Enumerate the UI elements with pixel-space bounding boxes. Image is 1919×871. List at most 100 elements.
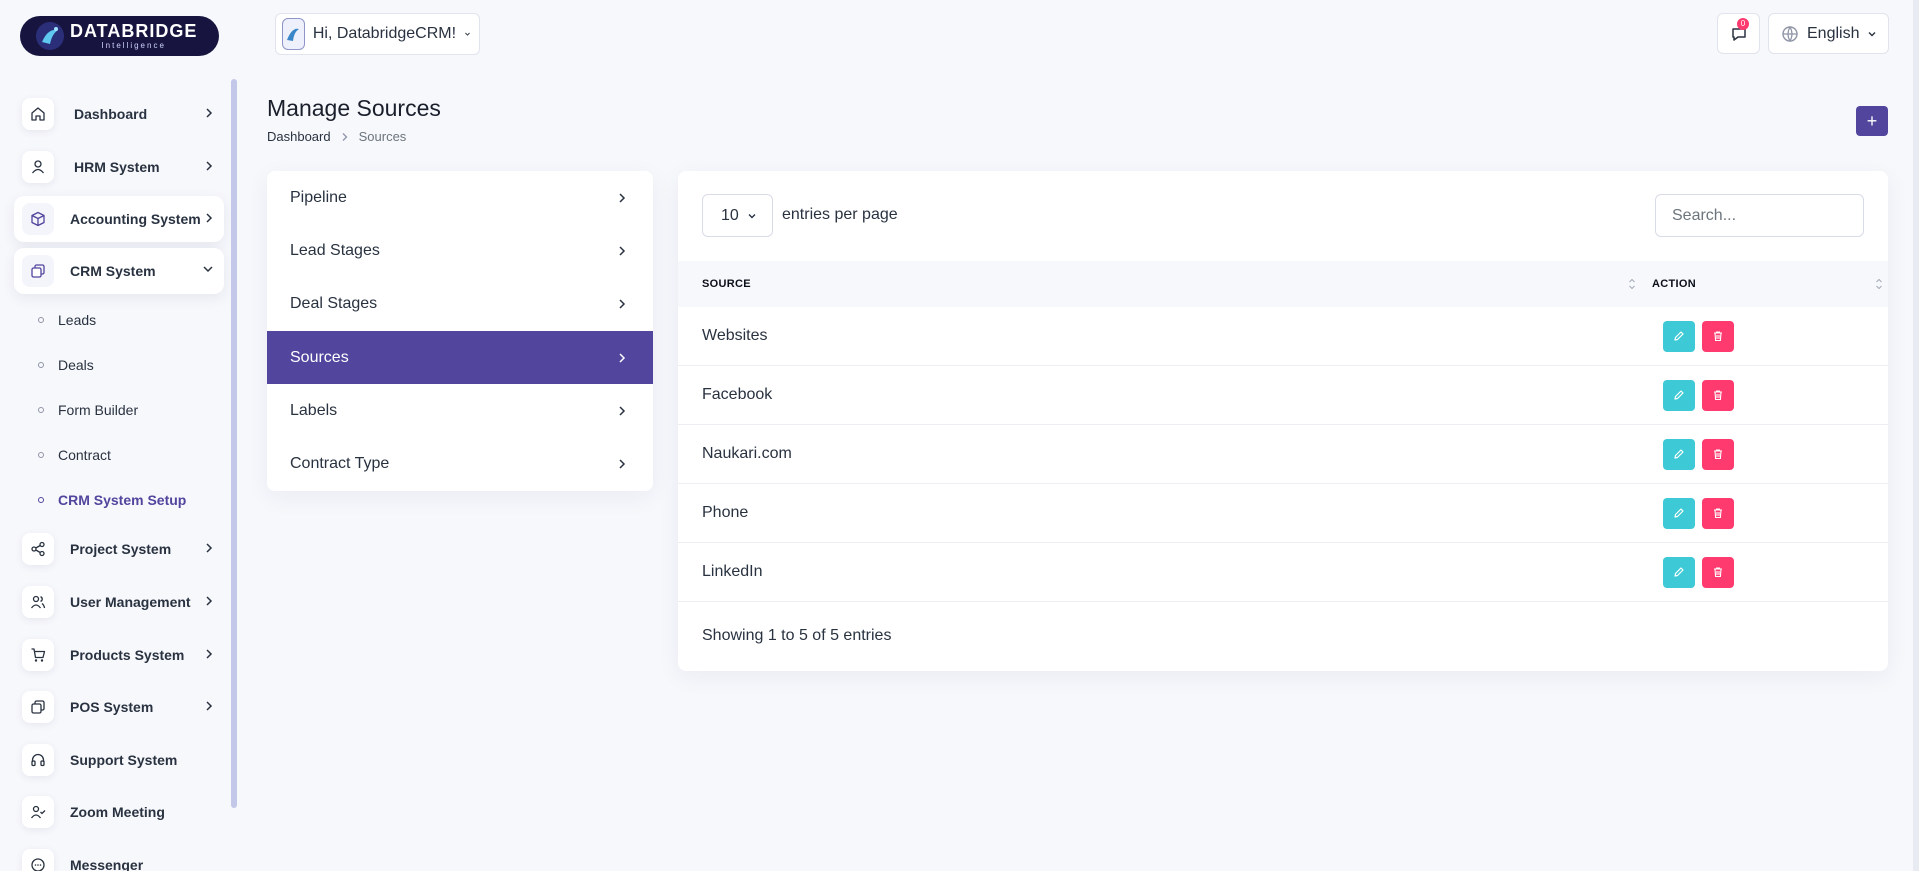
delete-button[interactable] — [1702, 379, 1734, 411]
source-name: LinkedIn — [702, 563, 763, 580]
bullet-icon — [38, 452, 44, 458]
avatar-logo-icon — [287, 28, 300, 41]
sidebar-item-pos[interactable]: POS System — [14, 684, 224, 730]
sidebar-subitem-crm-setup[interactable]: CRM System Setup — [38, 490, 186, 510]
sidebar-item-support[interactable]: Support System — [14, 737, 224, 783]
sidebar-item-zoom[interactable]: Zoom Meeting — [14, 789, 224, 835]
brand-name: DATABRIDGE — [70, 21, 198, 41]
chevron-down-icon — [748, 213, 756, 218]
user-check-icon — [22, 796, 54, 828]
pencil-icon — [1674, 390, 1684, 400]
delete-button[interactable] — [1702, 320, 1734, 352]
column-header-action[interactable]: ACTION — [1652, 278, 1696, 290]
page-scrollbar[interactable] — [1913, 0, 1919, 871]
delete-button[interactable] — [1702, 438, 1734, 470]
chevron-right-icon — [619, 459, 626, 469]
bullet-icon — [38, 317, 44, 323]
delete-button[interactable] — [1702, 497, 1734, 529]
language-selector[interactable]: English — [1768, 13, 1889, 54]
setup-item-sources[interactable]: Sources — [267, 330, 653, 385]
table-footer-info: Showing 1 to 5 of 5 entries — [702, 627, 892, 644]
sidebar-item-label: POS System — [70, 699, 154, 715]
source-name: Facebook — [702, 386, 773, 403]
message-icon — [22, 849, 54, 871]
user-menu[interactable]: Hi, DatabridgeCRM! — [275, 13, 480, 55]
chevron-right-icon — [206, 701, 213, 711]
bullet-icon — [38, 407, 44, 413]
delete-button[interactable] — [1702, 556, 1734, 588]
edit-button[interactable] — [1663, 379, 1695, 411]
table-row: LinkedIn — [678, 543, 1888, 602]
chevron-right-icon — [342, 132, 348, 141]
search-input[interactable] — [1655, 194, 1864, 237]
bullet-icon — [38, 497, 44, 503]
trash-icon — [1714, 449, 1722, 460]
setup-item-deal-stages[interactable]: Deal Stages — [267, 278, 653, 331]
sidebar-subitem-leads[interactable]: Leads — [38, 310, 96, 330]
table-row: Facebook — [678, 366, 1888, 425]
pencil-icon — [1674, 331, 1684, 341]
sidebar-item-project[interactable]: Project System — [14, 526, 224, 572]
page-title: Manage Sources — [267, 95, 441, 121]
table-row: Websites — [678, 307, 1888, 366]
brand-logo[interactable]: DATABRIDGE Intelligence — [20, 16, 219, 56]
sidebar-item-user-management[interactable]: User Management — [14, 579, 224, 625]
brand-tagline: Intelligence — [101, 41, 166, 50]
source-name: Websites — [702, 327, 768, 344]
sidebar-item-label: Products System — [70, 647, 185, 663]
sidebar-item-dashboard[interactable]: Dashboard — [14, 91, 224, 137]
sidebar-item-label: HRM System — [74, 159, 160, 175]
entries-per-page-select[interactable]: 10 — [702, 194, 773, 237]
share-icon — [22, 533, 54, 565]
sort-icon[interactable] — [1875, 276, 1883, 292]
source-name: Phone — [702, 504, 749, 521]
pencil-icon — [1674, 567, 1684, 577]
chevron-right-icon — [619, 406, 626, 416]
setup-item-pipeline[interactable]: Pipeline — [267, 171, 653, 224]
trash-icon — [1714, 567, 1722, 578]
cart-icon — [22, 639, 54, 671]
chevron-down-icon — [203, 266, 213, 273]
layers-icon — [22, 255, 54, 287]
sidebar-item-label: Project System — [70, 541, 172, 557]
sidebar-item-label: Support System — [70, 752, 178, 768]
pencil-icon — [1674, 449, 1684, 459]
sidebar-item-label: Dashboard — [74, 106, 148, 122]
sidebar-item-label: CRM System — [70, 263, 156, 279]
sidebar-item-accounting[interactable]: Accounting System — [14, 196, 224, 242]
sidebar-item-label: User Management — [70, 594, 191, 610]
edit-button[interactable] — [1663, 438, 1695, 470]
column-header-source[interactable]: SOURCE — [702, 278, 751, 290]
avatar — [282, 18, 305, 50]
crm-setup-menu: Pipeline Lead Stages Deal Stages Sources… — [267, 171, 653, 491]
sidebar-item-crm[interactable]: CRM System — [14, 248, 224, 294]
sidebar-item-hrm[interactable]: HRM System — [14, 144, 224, 190]
setup-item-lead-stages[interactable]: Lead Stages — [267, 224, 653, 277]
entries-per-page-label: entries per page — [782, 206, 898, 223]
box-icon — [22, 203, 54, 235]
sidebar-subitem-contract[interactable]: Contract — [38, 445, 111, 465]
sidebar-subitem-deals[interactable]: Deals — [38, 355, 94, 375]
edit-button[interactable] — [1663, 320, 1695, 352]
add-source-button[interactable]: + — [1856, 106, 1888, 136]
setup-item-labels[interactable]: Labels — [267, 384, 653, 437]
sidebar-item-messenger[interactable]: Messenger — [14, 842, 224, 871]
table-row: Naukari.com — [678, 425, 1888, 484]
chevron-right-icon — [619, 299, 626, 309]
bullet-icon — [38, 362, 44, 368]
setup-item-contract-type[interactable]: Contract Type — [267, 437, 653, 490]
sidebar-scrollbar[interactable] — [231, 79, 237, 808]
trash-icon — [1714, 331, 1722, 342]
breadcrumb-dashboard[interactable]: Dashboard — [267, 129, 331, 144]
chevron-right-icon — [206, 108, 213, 118]
sidebar-item-products[interactable]: Products System — [14, 632, 224, 678]
layers-icon — [22, 691, 54, 723]
notifications-button[interactable]: 0 — [1717, 13, 1760, 54]
edit-button[interactable] — [1663, 556, 1695, 588]
edit-button[interactable] — [1663, 497, 1695, 529]
chevron-right-icon — [206, 649, 213, 659]
sidebar-subitem-form-builder[interactable]: Form Builder — [38, 400, 138, 420]
table-row: Phone — [678, 484, 1888, 543]
sort-icon[interactable] — [1628, 276, 1636, 292]
notification-count-badge: 0 — [1737, 18, 1749, 30]
